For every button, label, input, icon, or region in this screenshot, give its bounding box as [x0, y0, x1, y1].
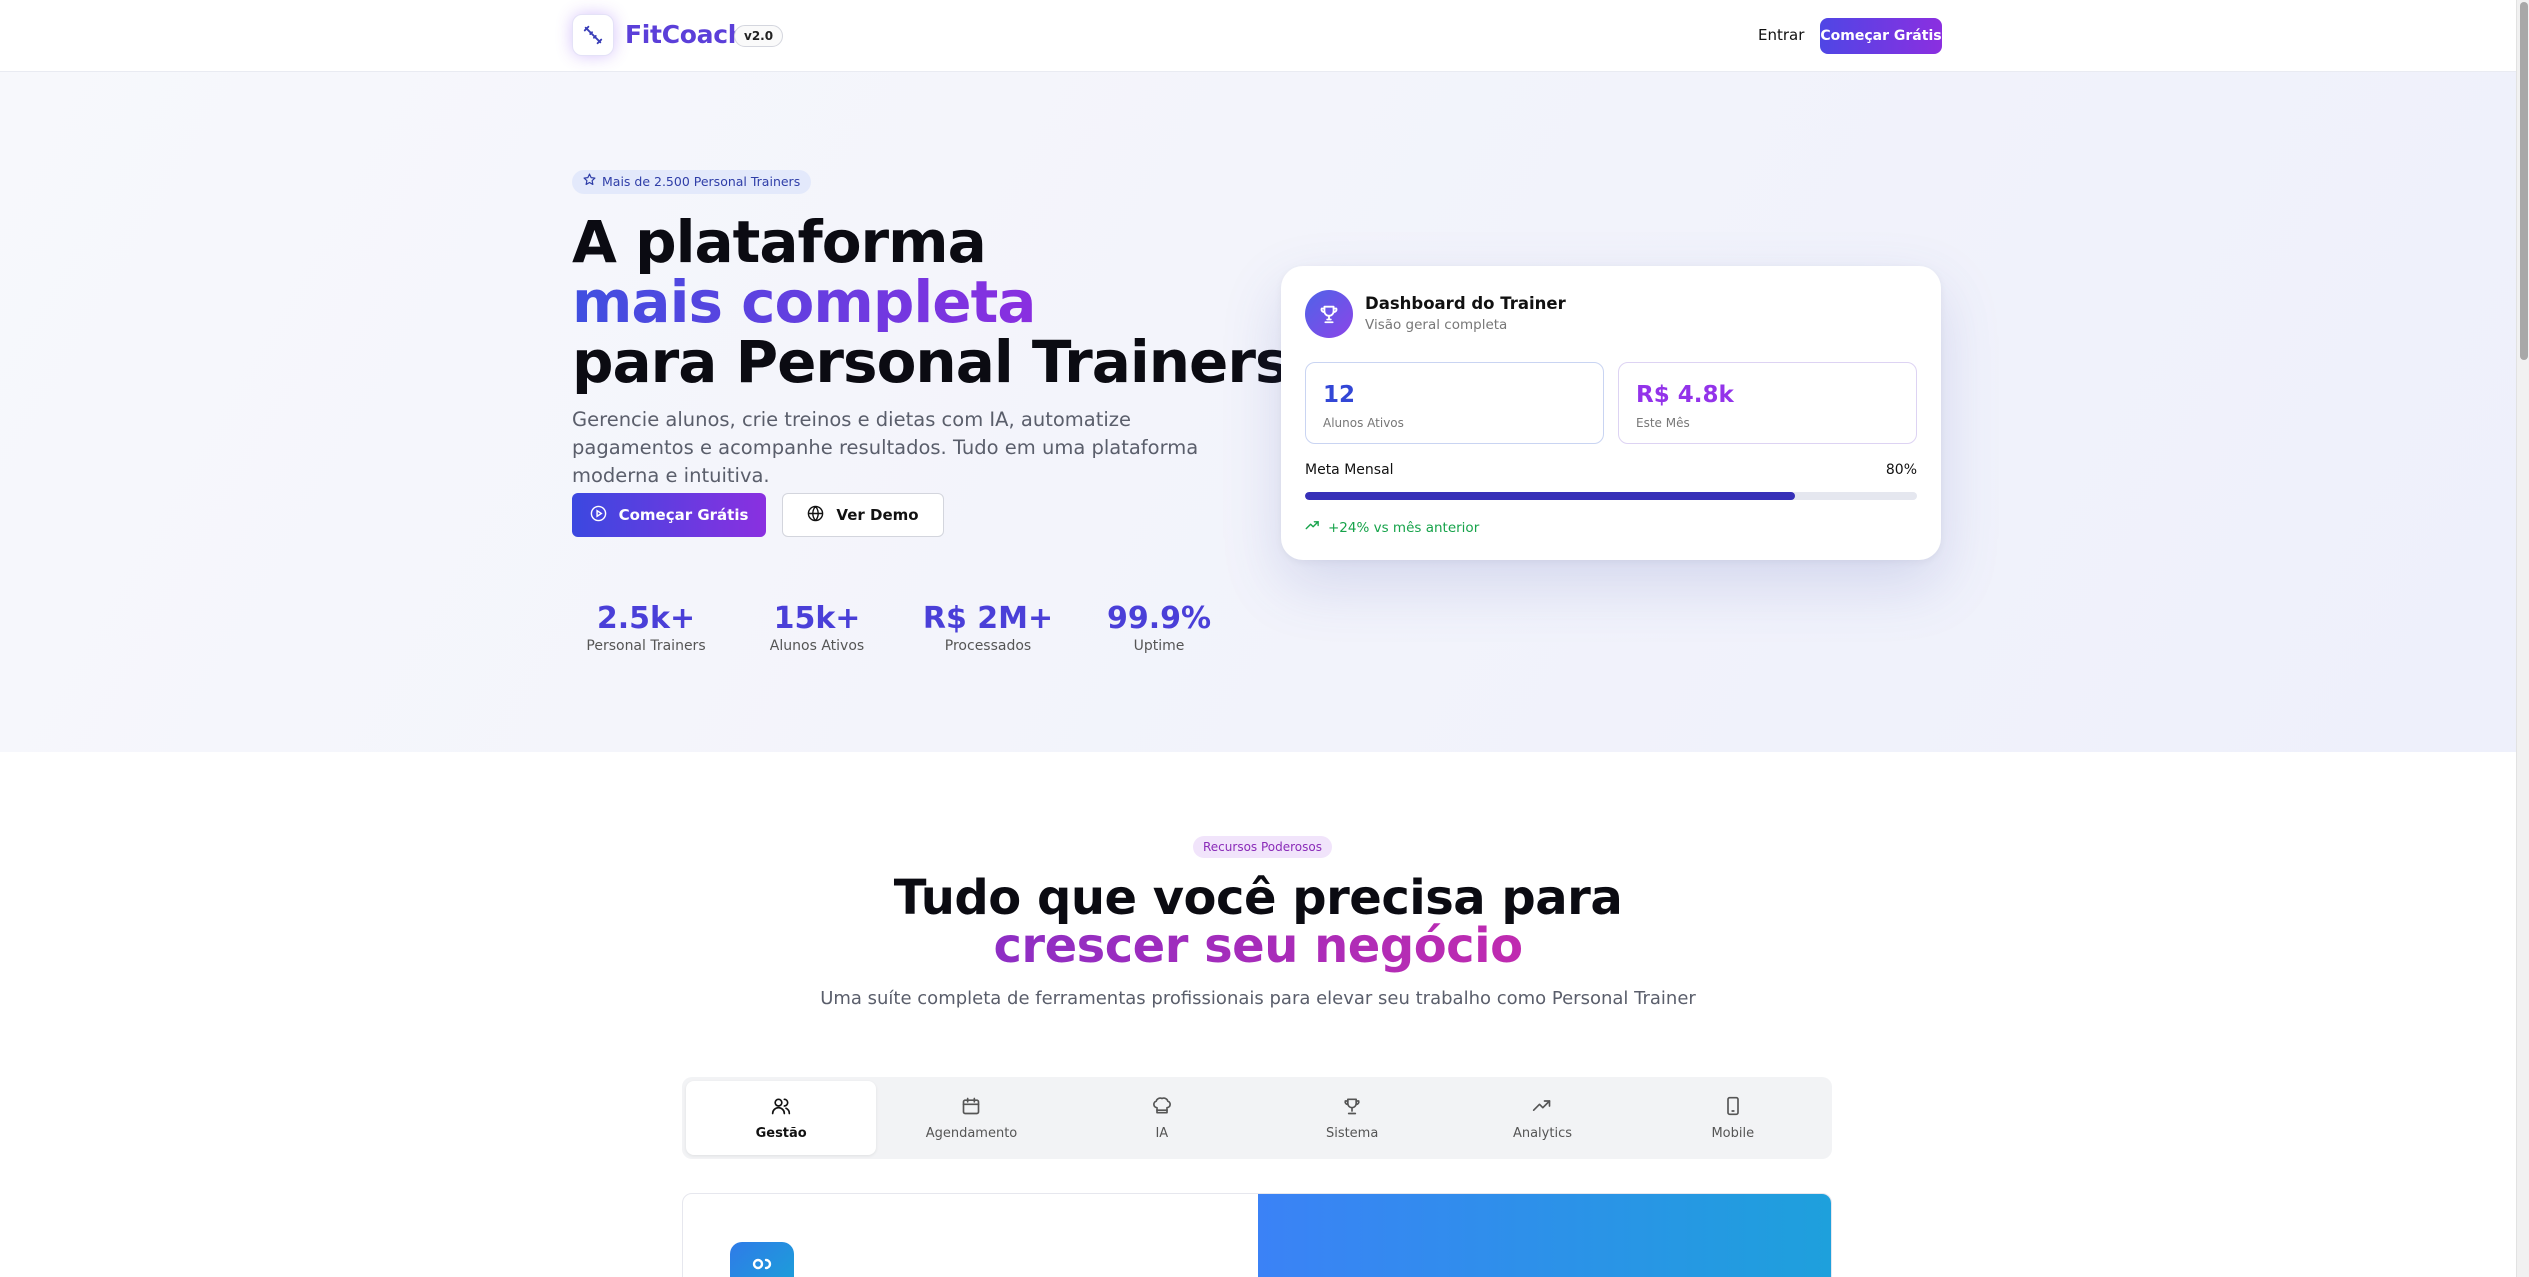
play-circle-icon	[590, 505, 607, 526]
scrollbar-thumb[interactable]	[2520, 2, 2528, 360]
star-icon	[583, 170, 596, 194]
start-free-label: Começar Grátis	[618, 506, 749, 524]
tab-label: Agendamento	[925, 1125, 1018, 1141]
version-badge: v2.0	[734, 25, 784, 47]
tab-analytics[interactable]: Analytics	[1447, 1081, 1637, 1155]
brand-name[interactable]: FitCoach	[625, 20, 746, 49]
tab-gestao[interactable]: Gestão	[686, 1081, 877, 1155]
tab-sistema[interactable]: Sistema	[1257, 1081, 1447, 1155]
tab-label: IA	[1155, 1125, 1169, 1141]
stat-value: R$ 2M+	[922, 601, 1054, 636]
login-button[interactable]: Entrar	[1758, 26, 1804, 44]
stat-processed: R$ 2M+ Processados	[913, 600, 1063, 654]
stat-value: 99.9%	[1106, 601, 1212, 636]
metric-label: Este Mês	[1636, 416, 1690, 430]
tab-ia[interactable]: IA	[1067, 1081, 1257, 1155]
stat-trainers: 2.5k+ Personal Trainers	[571, 600, 721, 654]
trending-up-icon	[1532, 1096, 1552, 1120]
trainers-badge: Mais de 2.500 Personal Trainers	[572, 170, 812, 194]
stat-value: 2.5k+	[596, 601, 696, 636]
features-title-highlight: crescer seu negócio	[993, 918, 1523, 974]
features-tabs: Gestão Agendamento IA Sistema Analytics …	[682, 1077, 1832, 1159]
trend-label: +24% vs mês anterior	[1328, 519, 1480, 536]
tab-label: Sistema	[1325, 1125, 1379, 1141]
dashboard-preview-card: Dashboard do Trainer Visão geral complet…	[1281, 266, 1941, 560]
metric-value: 12	[1323, 382, 1356, 408]
view-demo-label: Ver Demo	[836, 506, 919, 524]
users-icon	[771, 1096, 791, 1120]
logo-icon[interactable]	[572, 14, 614, 56]
stat-label: Processados	[944, 638, 1032, 654]
goal-percent: 80%	[1885, 462, 1917, 478]
trophy-icon	[1342, 1096, 1362, 1120]
hero-title-line1: A plataforma	[572, 208, 987, 276]
stat-students: 15k+ Alunos Ativos	[742, 600, 892, 654]
globe-icon	[807, 505, 824, 526]
metric-label: Alunos Ativos	[1323, 416, 1404, 430]
goal-progress-fill	[1305, 492, 1795, 500]
top-navbar: FitCoach v2.0 Entrar Começar Grátis	[0, 0, 2516, 72]
hero-title-line2: mais completa	[572, 268, 1036, 336]
goal-progress-bar	[1305, 492, 1917, 500]
tab-label: Mobile	[1711, 1125, 1755, 1141]
calendar-icon	[961, 1096, 981, 1120]
dashboard-subtitle: Visão geral completa	[1365, 317, 1508, 333]
hero-section	[0, 72, 2516, 752]
tab-label: Analytics	[1512, 1125, 1572, 1141]
features-title-line2: crescer seu negócio	[0, 918, 2516, 974]
trophy-icon	[1305, 290, 1353, 338]
chef-hat-icon	[1152, 1096, 1172, 1120]
stat-value: 15k+	[773, 601, 861, 636]
feature-detail-panel	[682, 1193, 1832, 1277]
hero-title-line3: para Personal Trainers	[572, 328, 1289, 396]
hero-subtitle: Gerencie alunos, crie treinos e dietas c…	[572, 408, 1199, 487]
tab-mobile[interactable]: Mobile	[1638, 1081, 1828, 1155]
trending-up-icon	[1305, 518, 1320, 537]
monthly-revenue-metric: R$ 4.8k Este Mês	[1618, 362, 1917, 444]
view-demo-button[interactable]: Ver Demo	[782, 493, 944, 537]
stat-label: Alunos Ativos	[769, 638, 865, 654]
feature-preview-image	[1258, 1194, 1831, 1277]
users-icon	[730, 1242, 794, 1277]
stat-label: Personal Trainers	[586, 638, 706, 654]
active-students-metric: 12 Alunos Ativos	[1305, 362, 1604, 444]
stat-label: Uptime	[1133, 638, 1185, 654]
trend-indicator: +24% vs mês anterior	[1305, 518, 1479, 537]
tab-label: Gestão	[755, 1125, 807, 1141]
trainers-badge-label: Mais de 2.500 Personal Trainers	[602, 174, 801, 189]
smartphone-icon	[1723, 1096, 1743, 1120]
stat-uptime: 99.9% Uptime	[1084, 600, 1234, 654]
dashboard-title: Dashboard do Trainer	[1365, 294, 1566, 313]
signup-button[interactable]: Começar Grátis	[1820, 18, 1942, 54]
goal-label: Meta Mensal	[1305, 462, 1394, 478]
features-subtitle: Uma suíte completa de ferramentas profis…	[820, 988, 1696, 1009]
tab-agendamento[interactable]: Agendamento	[876, 1081, 1066, 1155]
features-badge: Recursos Poderosos	[1193, 836, 1332, 858]
start-free-button[interactable]: Começar Grátis	[572, 493, 766, 537]
page-scrollbar[interactable]	[2516, 0, 2529, 1277]
metric-value: R$ 4.8k	[1636, 382, 1734, 408]
